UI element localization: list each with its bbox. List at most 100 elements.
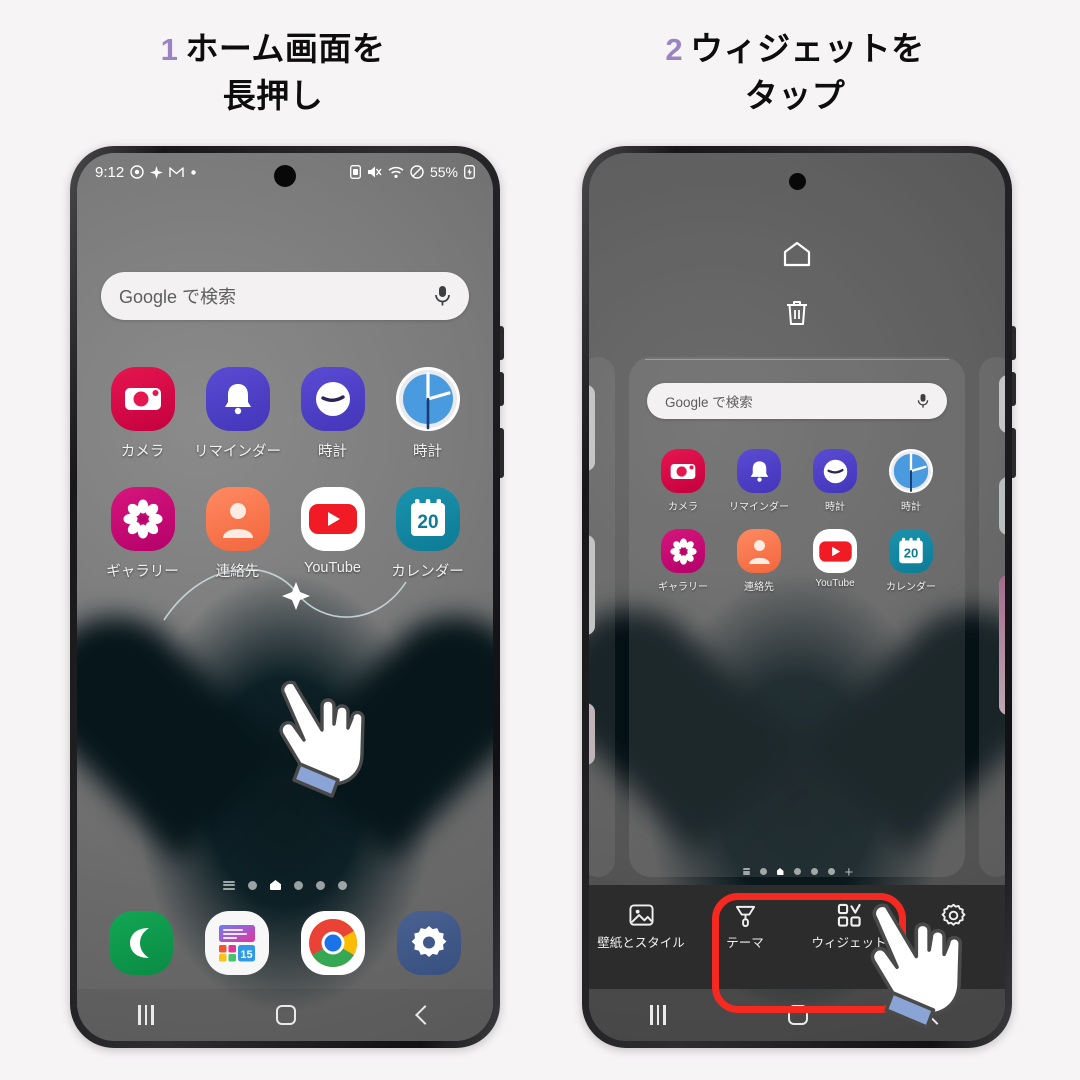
app-label: ギャラリー [106, 564, 179, 580]
app-clock-google[interactable]: 時計 [873, 449, 949, 513]
app-camera[interactable]: カメラ [645, 449, 721, 513]
app-clock-samsung[interactable]: 時計 [285, 367, 380, 461]
power-button[interactable] [1012, 428, 1016, 478]
power-button[interactable] [500, 428, 504, 478]
page-dot[interactable] [793, 868, 801, 875]
volume-up-button[interactable] [1012, 326, 1016, 360]
page-dot[interactable] [759, 868, 767, 875]
app-label: ギャラリー [658, 582, 708, 593]
app-reminder[interactable]: リマインダー [190, 367, 285, 461]
chrome-icon[interactable] [301, 911, 365, 975]
app-label: YouTube [304, 560, 361, 576]
trash-icon[interactable] [784, 299, 810, 327]
bell-icon[interactable] [205, 367, 270, 431]
page-dot[interactable] [338, 880, 347, 890]
app-clock-samsung[interactable]: 時計 [797, 449, 873, 513]
google-search-bar[interactable]: Google で検索 [647, 383, 947, 419]
page-card-divider [645, 359, 949, 360]
app-grid-phone-2: カメラ リマインダー 時計 時計 ギャラリー 連絡先 YouTube 20 カレ… [645, 449, 949, 593]
step-1-heading: 1 ホーム画面を 長押し [38, 26, 508, 120]
app-grid-phone-1: カメラ リマインダー 時計 時計 ギャラリー 連絡先 YouTube 20 カレ… [95, 367, 475, 581]
toolbar-item-wallpaper[interactable]: 壁紙とスタイル [589, 900, 693, 952]
app-clock-google[interactable]: 時計 [380, 367, 475, 461]
home-outline-icon[interactable] [782, 241, 812, 267]
svg-text:20: 20 [904, 545, 919, 560]
page-dot-lines[interactable] [223, 880, 235, 890]
page-dot-lines[interactable] [742, 868, 750, 875]
dock-phone-1: 15 [93, 911, 477, 975]
microphone-icon[interactable] [917, 393, 929, 409]
sim-icon [350, 165, 361, 179]
phone-1-screen: 9:12 55% Google で検索 カメラ リマインダー 時計 時計 ギャラ… [77, 153, 493, 1041]
flower-icon[interactable] [110, 487, 175, 551]
page-dot[interactable] [810, 868, 818, 875]
bell-icon[interactable] [737, 449, 781, 493]
phone-icon[interactable] [109, 911, 173, 975]
app-youtube[interactable]: YouTube [797, 529, 873, 593]
page-dot[interactable] [827, 868, 835, 875]
app-label: 連絡先 [744, 582, 774, 593]
page-dot-home[interactable] [270, 880, 281, 890]
volume-up-button[interactable] [500, 326, 504, 360]
youtube-icon[interactable] [300, 487, 365, 551]
app-grid-icon[interactable]: 15 [205, 911, 269, 975]
dock-app-settings[interactable] [381, 911, 477, 975]
app-camera[interactable]: カメラ [95, 367, 190, 461]
app-label: 連絡先 [215, 564, 260, 580]
clock-google-icon[interactable] [889, 449, 933, 493]
clock-google-icon[interactable] [395, 367, 460, 431]
flower-icon[interactable] [661, 529, 705, 573]
search-input[interactable]: Google で検索 [665, 391, 917, 411]
calendar-icon[interactable]: 20 [395, 487, 460, 551]
recents-button[interactable] [650, 1005, 666, 1025]
front-camera-punch-hole [788, 173, 806, 190]
navigation-bar-phone-1 [77, 989, 493, 1041]
battery-icon [464, 165, 475, 179]
camera-icon[interactable] [661, 449, 705, 493]
app-contacts[interactable]: 連絡先 [190, 487, 285, 581]
camera-icon[interactable] [110, 367, 175, 431]
app-contacts[interactable]: 連絡先 [721, 529, 797, 593]
app-gallery[interactable]: ギャラリー [95, 487, 190, 581]
app-calendar[interactable]: 20 カレンダー [873, 529, 949, 593]
dnd-icon [410, 165, 424, 179]
step-1-text-line2: 長押し [222, 76, 324, 114]
home-button[interactable] [275, 1005, 296, 1025]
back-button[interactable] [414, 1005, 435, 1025]
volume-down-button[interactable] [500, 372, 504, 406]
google-search-bar[interactable]: Google で検索 [101, 272, 469, 320]
person-icon[interactable] [205, 487, 270, 551]
settings-gear-icon[interactable] [397, 911, 461, 975]
page-dot[interactable] [316, 880, 325, 890]
app-youtube[interactable]: YouTube [285, 487, 380, 581]
app-label: YouTube [815, 578, 855, 589]
app-reminder[interactable]: リマインダー [721, 449, 797, 513]
step-2-text-line2: タップ [744, 76, 846, 114]
clock-samsung-icon[interactable] [300, 367, 365, 431]
app-gallery[interactable]: ギャラリー [645, 529, 721, 593]
dock-app-chrome[interactable] [285, 911, 381, 975]
battery-percent: 55% [429, 164, 458, 180]
add-page-button[interactable]: + [845, 865, 854, 880]
page-indicator-phone-1 [77, 880, 493, 890]
recents-button[interactable] [138, 1005, 154, 1025]
search-input[interactable]: Google で検索 [119, 283, 434, 309]
wifi-icon [388, 166, 404, 178]
page-dot[interactable] [294, 880, 303, 890]
app-label: カメラ [668, 502, 698, 513]
status-time: 9:12 [95, 163, 125, 181]
app-label: カレンダー [886, 582, 936, 593]
person-icon[interactable] [737, 529, 781, 573]
volume-down-button[interactable] [1012, 372, 1016, 406]
dock-app-phone[interactable] [93, 911, 189, 975]
page-dot[interactable] [248, 880, 257, 890]
microphone-icon[interactable] [434, 285, 451, 307]
phone-mockup-step-1: 9:12 55% Google で検索 カメラ リマインダー 時計 時計 ギャラ… [70, 146, 504, 1048]
page-dot-home[interactable] [777, 868, 784, 875]
app-calendar[interactable]: 20 カレンダー [380, 487, 475, 581]
youtube-icon[interactable] [813, 529, 857, 573]
toolbar-label: 壁紙とスタイル [597, 936, 685, 950]
clock-samsung-icon[interactable] [813, 449, 857, 493]
dock-app-grid[interactable]: 15 [189, 911, 285, 975]
calendar-icon[interactable]: 20 [889, 529, 933, 573]
